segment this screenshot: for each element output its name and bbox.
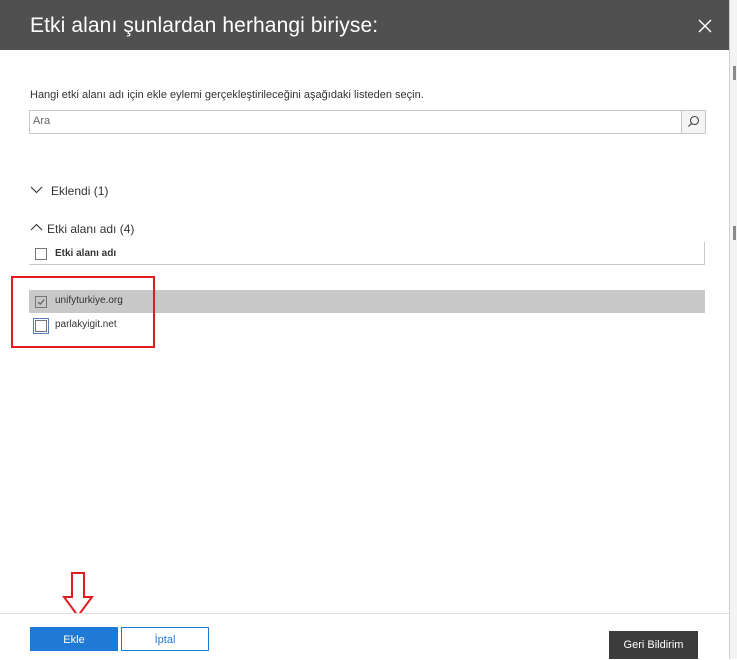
search-button[interactable] — [681, 110, 706, 134]
search-field[interactable] — [29, 110, 682, 134]
down-arrow-icon — [62, 572, 94, 618]
group-added-toggle[interactable]: Eklendi (1) — [30, 183, 150, 199]
dialog-header: Etki alanı şunlardan herhangi biriyse: — [0, 0, 729, 50]
search-input[interactable] — [30, 111, 673, 131]
column-header-domain: Etki alanı adı — [55, 248, 117, 259]
add-button[interactable]: Ekle — [30, 627, 118, 651]
search-icon — [688, 115, 700, 127]
annotation-highlight-box — [11, 276, 155, 348]
instruction-text: Hangi etki alanı adı için ekle eylemi ge… — [30, 89, 424, 101]
feedback-button[interactable]: Geri Bildirim — [609, 631, 698, 659]
chevron-up-icon — [30, 223, 43, 231]
cancel-button[interactable]: İptal — [121, 627, 209, 651]
group-domains-label: Etki alanı adı (4) — [47, 222, 135, 236]
group-added-label: Eklendi (1) — [51, 184, 109, 198]
table-header: Etki alanı adı — [29, 242, 705, 265]
close-button[interactable] — [694, 15, 716, 37]
chevron-down-icon — [30, 186, 43, 194]
group-domains-toggle[interactable]: Etki alanı adı (4) — [30, 221, 170, 237]
close-icon — [698, 19, 712, 33]
dialog-title: Etki alanı şunlardan herhangi biriyse: — [30, 14, 379, 37]
select-all-checkbox[interactable] — [35, 248, 47, 260]
background-window-edge — [729, 0, 737, 659]
